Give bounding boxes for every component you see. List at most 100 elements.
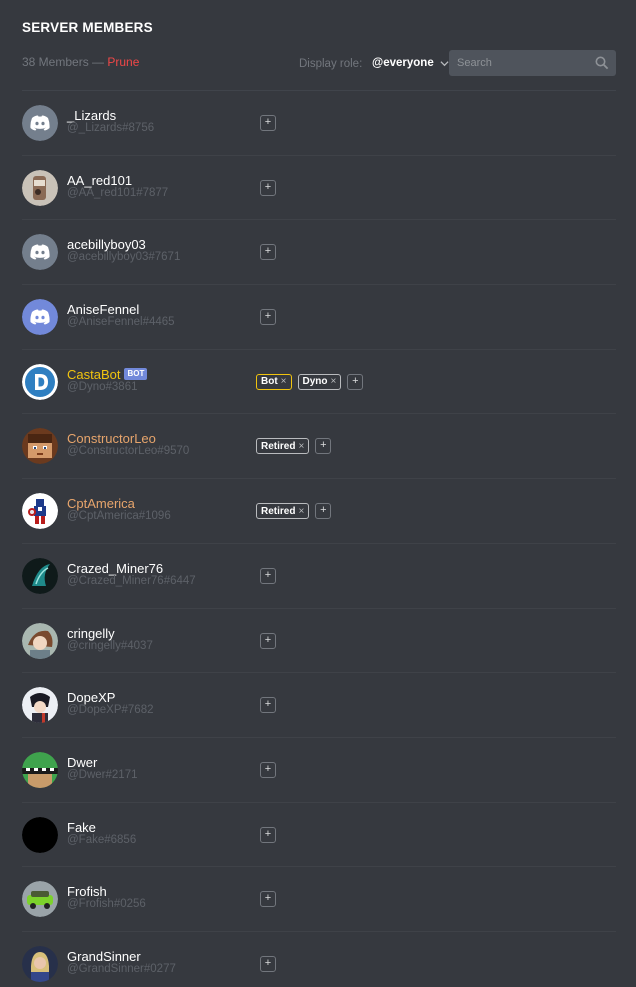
avatar[interactable]: [22, 169, 58, 206]
member-row[interactable]: Frofish @Frofish#0256 +: [22, 867, 616, 932]
member-name-line: Crazed_Miner76: [67, 561, 163, 576]
avatar[interactable]: [22, 557, 58, 594]
member-row[interactable]: CastaBot BOT @Dyno#3861 Bot × Dyno × +: [22, 350, 616, 415]
member-row[interactable]: AA_red101 @AA_red101#7877 +: [22, 156, 616, 221]
add-role-button[interactable]: +: [260, 179, 276, 196]
member-name-line: AniseFennel: [67, 302, 139, 317]
member-name-line: CptAmerica: [67, 496, 135, 511]
remove-role-icon[interactable]: ×: [331, 376, 337, 387]
member-roles: +: [260, 115, 276, 131]
member-count-line: 38 Members — Prune: [22, 55, 139, 69]
member-tag: @Dwer#2171: [67, 768, 138, 781]
role-label: Dyno: [302, 376, 328, 388]
member-row[interactable]: ConstructorLeo @ConstructorLeo#9570 Retire…: [22, 414, 616, 480]
member-row[interactable]: cringelly @cringelly#4037 +: [22, 609, 616, 674]
member-tag: @GrandSinner#0277: [67, 962, 176, 975]
add-role-button[interactable]: +: [260, 632, 276, 649]
avatar[interactable]: [22, 428, 58, 465]
avatar[interactable]: [22, 105, 58, 141]
remove-role-icon[interactable]: ×: [281, 376, 287, 387]
member-name-line: Dwer: [67, 755, 97, 770]
avatar[interactable]: [22, 687, 58, 724]
role-pill: Dyno ×: [297, 373, 342, 390]
member-name: AniseFennel: [67, 302, 140, 318]
member-name-line: cringelly: [67, 626, 115, 641]
avatar[interactable]: [22, 622, 58, 659]
add-role-button[interactable]: +: [315, 438, 332, 455]
search-input[interactable]: [449, 50, 589, 76]
add-role-button[interactable]: +: [260, 115, 276, 131]
display-role-value: @everyone: [372, 57, 434, 69]
member-roles: +: [260, 567, 276, 584]
avatar[interactable]: [22, 881, 58, 918]
chevron-down-icon: [440, 60, 449, 66]
add-role-button[interactable]: +: [260, 244, 276, 261]
member-name-line: _Lizards: [67, 108, 116, 123]
add-role-button[interactable]: +: [347, 373, 364, 390]
avatar[interactable]: [22, 299, 58, 336]
member-row[interactable]: AniseFennel @AniseFennel#4465 +: [22, 285, 616, 350]
member-name: CastaBot: [67, 366, 121, 382]
add-role-button[interactable]: +: [260, 761, 276, 778]
member-roles: +: [260, 891, 276, 908]
avatar[interactable]: [22, 751, 58, 788]
member-name-line: acebillyboy03: [67, 237, 146, 252]
member-name-line: Fake: [67, 820, 96, 835]
member-row[interactable]: Fake @Fake#6856 +: [22, 803, 616, 868]
member-name-line: AA_red101: [67, 173, 132, 188]
member-row[interactable]: DopeXP @DopeXP#7682 +: [22, 673, 616, 738]
add-role-button[interactable]: +: [260, 826, 276, 843]
member-name: _Lizards: [67, 108, 117, 123]
member-row[interactable]: acebillyboy03 @acebillyboy03#7671 +: [22, 220, 616, 286]
member-roles: +: [260, 179, 276, 196]
member-roles: +: [260, 309, 276, 326]
prune-link[interactable]: Prune: [107, 55, 139, 69]
add-role-button[interactable]: +: [260, 891, 276, 908]
member-row[interactable]: CptAmerica @CptAmerica#1096 Retired × +: [22, 479, 616, 544]
add-role-button[interactable]: +: [315, 503, 332, 520]
avatar[interactable]: [22, 363, 58, 400]
member-name: Fake: [67, 819, 96, 835]
member-name-line: ConstructorLeo: [67, 431, 156, 446]
member-row[interactable]: Dwer @Dwer#2171 +: [22, 738, 616, 803]
avatar[interactable]: [22, 945, 58, 982]
member-name-line: DopeXP: [67, 690, 115, 705]
member-tag: @Crazed_Miner76#6447: [67, 574, 196, 587]
member-roles: +: [260, 826, 276, 843]
display-role-dropdown[interactable]: @everyone: [372, 57, 449, 69]
server-members-page: SERVER MEMBERS 38 Members — Prune Displa…: [0, 0, 636, 987]
member-row[interactable]: _Lizards @_Lizards#8756 +: [22, 91, 616, 156]
add-role-button[interactable]: +: [260, 567, 276, 584]
page-title: SERVER MEMBERS: [22, 20, 153, 35]
member-name: cringelly: [67, 625, 115, 641]
search-box[interactable]: [449, 50, 616, 76]
add-role-button[interactable]: +: [260, 309, 276, 326]
display-role-label: Display role:: [299, 58, 363, 70]
member-roles: +: [260, 697, 276, 714]
member-roles: +: [260, 632, 276, 649]
member-list: _Lizards @_Lizards#8756 + AA_red101 @AA_red1…: [0, 91, 636, 987]
member-roles: Retired × +: [256, 503, 332, 520]
member-tag: @DopeXP#7682: [67, 704, 154, 717]
add-role-button[interactable]: +: [260, 697, 276, 714]
member-tag: @AniseFennel#4465: [67, 316, 175, 329]
avatar[interactable]: [22, 234, 58, 271]
member-count: 38 Members —: [22, 55, 105, 69]
role-label: Bot: [261, 376, 278, 388]
remove-role-icon[interactable]: ×: [298, 441, 304, 452]
add-role-button[interactable]: +: [260, 955, 276, 972]
member-roles: +: [260, 955, 276, 972]
member-name-line: CastaBot BOT: [67, 366, 148, 382]
member-tag: @acebillyboy03#7671: [67, 251, 181, 264]
member-row[interactable]: Crazed_Miner76 @Crazed_Miner76#6447 +: [22, 544, 616, 609]
avatar[interactable]: [22, 493, 58, 530]
member-name: AA_red101: [67, 172, 133, 188]
member-name: ConstructorLeo: [67, 431, 156, 447]
bot-badge: BOT: [124, 368, 148, 381]
member-row[interactable]: GrandSinner @GrandSinner#0277 +: [22, 932, 616, 987]
member-tag: @_Lizards#8756: [67, 122, 155, 134]
member-roles: +: [260, 761, 276, 778]
avatar[interactable]: [22, 816, 58, 853]
member-name: Crazed_Miner76: [67, 560, 164, 576]
remove-role-icon[interactable]: ×: [298, 506, 304, 517]
